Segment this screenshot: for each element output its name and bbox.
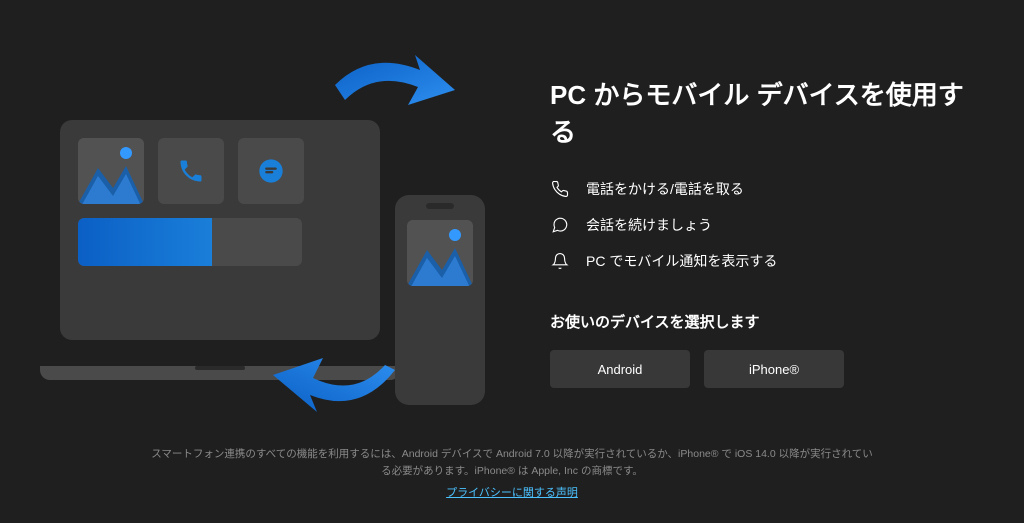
- chat-icon: [550, 215, 570, 235]
- feature-label: 会話を続けましょう: [586, 215, 712, 235]
- laptop-tile-chat-icon: [238, 138, 304, 204]
- phone-graphic: [395, 195, 485, 405]
- feature-item-notifications: PC でモバイル通知を表示する: [550, 251, 984, 271]
- phone-icon: [550, 179, 570, 199]
- feature-list: 電話をかける/電話を取る 会話を続けましょう PC でモバイル通知を表示す: [550, 179, 984, 271]
- bell-icon: [550, 251, 570, 271]
- android-button[interactable]: Android: [550, 350, 690, 388]
- feature-label: PC でモバイル通知を表示する: [586, 251, 777, 271]
- phone-tile-image: [407, 220, 473, 286]
- laptop-tile-image: [78, 138, 144, 204]
- privacy-link[interactable]: プライバシーに関する声明: [150, 485, 874, 503]
- laptop-tile-progress: [78, 218, 302, 266]
- sync-arrow-bottom-icon: [265, 320, 405, 430]
- page-heading: PC からモバイル デバイスを使用する: [550, 75, 984, 149]
- feature-item-calls: 電話をかける/電話を取る: [550, 179, 984, 199]
- hero-illustration: [40, 50, 500, 410]
- iphone-button[interactable]: iPhone®: [704, 350, 844, 388]
- footer-requirements-text: スマートフォン連携のすべての機能を利用するには、Android デバイスで An…: [151, 448, 873, 477]
- laptop-tile-phone-icon: [158, 138, 224, 204]
- sync-arrow-top-icon: [330, 45, 460, 135]
- device-select-heading: お使いのデバイスを選択します: [550, 311, 984, 332]
- footer: スマートフォン連携のすべての機能を利用するには、Android デバイスで An…: [0, 446, 1024, 503]
- feature-label: 電話をかける/電話を取る: [586, 179, 744, 199]
- feature-item-conversations: 会話を続けましょう: [550, 215, 984, 235]
